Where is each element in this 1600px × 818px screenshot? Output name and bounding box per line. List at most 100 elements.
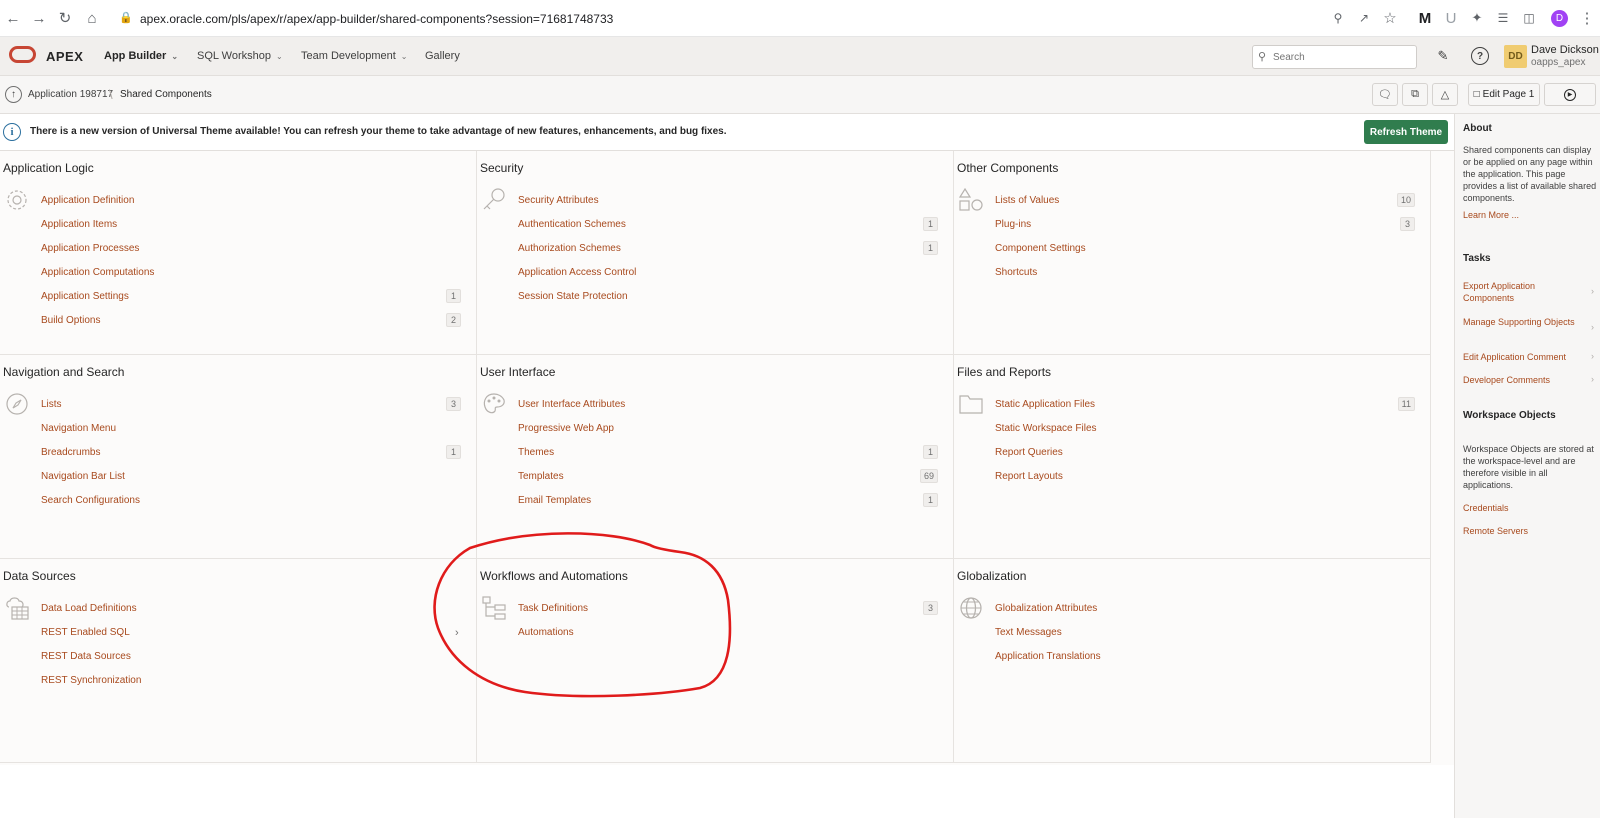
component-link[interactable]: Application Translations bbox=[995, 651, 1101, 662]
zoom-icon[interactable]: ⚲ bbox=[1329, 9, 1347, 27]
list-item[interactable]: Themes 1 bbox=[518, 445, 938, 469]
component-link[interactable]: Automations bbox=[518, 627, 574, 638]
list-item[interactable]: Security Attributes bbox=[518, 193, 938, 217]
list-item[interactable]: Task Definitions 3 bbox=[518, 601, 938, 625]
list-item[interactable]: Application Access Control bbox=[518, 265, 938, 289]
component-link[interactable]: Task Definitions bbox=[518, 603, 588, 614]
component-link[interactable]: Application Processes bbox=[41, 243, 139, 254]
component-link[interactable]: Application Access Control bbox=[518, 267, 636, 278]
component-link[interactable]: Authentication Schemes bbox=[518, 219, 626, 230]
component-link[interactable]: Application Settings bbox=[41, 291, 129, 302]
list-item[interactable]: Email Templates 1 bbox=[518, 493, 938, 517]
list-item[interactable]: Lists of Values 10 bbox=[995, 193, 1415, 217]
list-item[interactable]: Navigation Menu bbox=[41, 421, 461, 445]
nav-gallery[interactable]: Gallery bbox=[425, 50, 460, 62]
list-item[interactable]: Authentication Schemes 1 bbox=[518, 217, 938, 241]
list-item[interactable]: REST Data Sources bbox=[41, 649, 461, 673]
task-developer-comments[interactable]: Developer Comments bbox=[1463, 374, 1583, 386]
component-link[interactable]: Lists of Values bbox=[995, 195, 1059, 206]
account-settings-icon[interactable]: ✎ bbox=[1434, 47, 1452, 65]
edit-page-button[interactable]: □ Edit Page 1 bbox=[1468, 83, 1540, 106]
media-icon[interactable]: ☰ bbox=[1494, 9, 1512, 27]
u-extension-icon[interactable]: U bbox=[1442, 9, 1460, 27]
component-link[interactable]: Themes bbox=[518, 447, 554, 458]
component-link[interactable]: REST Synchronization bbox=[41, 675, 141, 686]
list-item[interactable]: Breadcrumbs 1 bbox=[41, 445, 461, 469]
kebab-menu-icon[interactable]: ⋮ bbox=[1578, 9, 1596, 27]
list-item[interactable]: Application Computations bbox=[41, 265, 461, 289]
component-link[interactable]: Email Templates bbox=[518, 495, 591, 506]
list-item[interactable]: Lists 3 bbox=[41, 397, 461, 421]
component-link[interactable]: Data Load Definitions bbox=[41, 603, 137, 614]
comments-button[interactable]: 🗨 bbox=[1372, 83, 1398, 106]
list-item[interactable]: Text Messages bbox=[995, 625, 1415, 649]
list-item[interactable]: Static Workspace Files bbox=[995, 421, 1415, 445]
component-link[interactable]: Authorization Schemes bbox=[518, 243, 621, 254]
list-item[interactable]: Data Load Definitions bbox=[41, 601, 461, 625]
list-item[interactable]: Authorization Schemes 1 bbox=[518, 241, 938, 265]
list-item[interactable]: Plug-ins 3 bbox=[995, 217, 1415, 241]
component-link[interactable]: Navigation Menu bbox=[41, 423, 116, 434]
run-button[interactable]: ▶ bbox=[1544, 83, 1596, 106]
list-item[interactable]: Globalization Attributes bbox=[995, 601, 1415, 625]
address-bar[interactable]: apex.oracle.com/pls/apex/r/apex/app-buil… bbox=[140, 12, 613, 26]
list-item[interactable]: User Interface Attributes bbox=[518, 397, 938, 421]
list-item[interactable]: Automations bbox=[518, 625, 938, 649]
home-icon[interactable]: ⌂ bbox=[83, 9, 101, 27]
component-link[interactable]: Application Items bbox=[41, 219, 117, 230]
list-item[interactable]: REST Enabled SQL bbox=[41, 625, 461, 649]
profile-avatar[interactable]: D bbox=[1551, 10, 1568, 27]
share-icon[interactable]: ↗ bbox=[1355, 9, 1373, 27]
nav-sql-workshop[interactable]: SQL Workshop ⌄ bbox=[197, 50, 283, 62]
task-manage-supporting-objects[interactable]: Manage Supporting Objects bbox=[1463, 316, 1583, 328]
component-link[interactable]: Breadcrumbs bbox=[41, 447, 100, 458]
task-edit-app-comment[interactable]: Edit Application Comment bbox=[1463, 351, 1583, 363]
nav-app-builder[interactable]: App Builder ⌄ bbox=[104, 50, 178, 62]
component-link[interactable]: Session State Protection bbox=[518, 291, 628, 302]
component-link[interactable]: REST Data Sources bbox=[41, 651, 131, 662]
list-item[interactable]: Report Layouts bbox=[995, 469, 1415, 493]
list-item[interactable]: Static Application Files 11 bbox=[995, 397, 1415, 421]
list-item[interactable]: Navigation Bar List bbox=[41, 469, 461, 493]
oracle-logo[interactable] bbox=[9, 46, 36, 63]
component-link[interactable]: Search Configurations bbox=[41, 495, 140, 506]
component-link[interactable]: Build Options bbox=[41, 315, 100, 326]
credentials-link[interactable]: Credentials bbox=[1463, 502, 1583, 514]
task-export-components[interactable]: Export Application Components bbox=[1463, 280, 1583, 304]
list-item[interactable]: Build Options 2 bbox=[41, 313, 461, 337]
search-input[interactable] bbox=[1273, 49, 1413, 65]
list-item[interactable]: Application Processes bbox=[41, 241, 461, 265]
side-panel-icon[interactable]: ◫ bbox=[1520, 9, 1538, 27]
user-avatar[interactable]: DD bbox=[1504, 45, 1527, 68]
list-item[interactable]: Component Settings bbox=[995, 241, 1415, 265]
component-link[interactable]: Navigation Bar List bbox=[41, 471, 125, 482]
tag-button[interactable]: ⧉ bbox=[1402, 83, 1428, 106]
star-icon[interactable]: ☆ bbox=[1381, 9, 1399, 27]
m-extension-icon[interactable]: M bbox=[1416, 9, 1434, 27]
component-link[interactable]: Shortcuts bbox=[995, 267, 1037, 278]
list-item[interactable]: Progressive Web App bbox=[518, 421, 938, 445]
remote-servers-link[interactable]: Remote Servers bbox=[1463, 525, 1583, 537]
apex-brand[interactable]: APEX bbox=[46, 49, 83, 64]
shared-components-button[interactable]: △ bbox=[1432, 83, 1458, 106]
list-item[interactable]: Templates 69 bbox=[518, 469, 938, 493]
list-item[interactable]: Application Translations bbox=[995, 649, 1415, 673]
reload-icon[interactable]: ↻ bbox=[56, 9, 74, 27]
learn-more-link[interactable]: Learn More ... bbox=[1463, 209, 1583, 221]
list-item[interactable]: Application Settings 1 bbox=[41, 289, 461, 313]
component-link[interactable]: Globalization Attributes bbox=[995, 603, 1097, 614]
breadcrumb-application[interactable]: Application 198717 bbox=[28, 89, 113, 100]
refresh-theme-button[interactable]: Refresh Theme bbox=[1364, 120, 1448, 144]
back-arrow-icon[interactable]: ← bbox=[4, 9, 22, 27]
component-link[interactable]: Component Settings bbox=[995, 243, 1086, 254]
component-link[interactable]: Static Application Files bbox=[995, 399, 1095, 410]
component-link[interactable]: Static Workspace Files bbox=[995, 423, 1097, 434]
nav-team-development[interactable]: Team Development ⌄ bbox=[301, 50, 407, 62]
up-arrow-icon[interactable]: ↑ bbox=[5, 86, 22, 103]
list-item[interactable]: Application Definition bbox=[41, 193, 461, 217]
list-item[interactable]: Shortcuts bbox=[995, 265, 1415, 289]
component-link[interactable]: Templates bbox=[518, 471, 564, 482]
list-item[interactable]: Report Queries bbox=[995, 445, 1415, 469]
component-link[interactable]: Application Definition bbox=[41, 195, 134, 206]
lock-icon[interactable]: 🔒 bbox=[119, 11, 133, 24]
